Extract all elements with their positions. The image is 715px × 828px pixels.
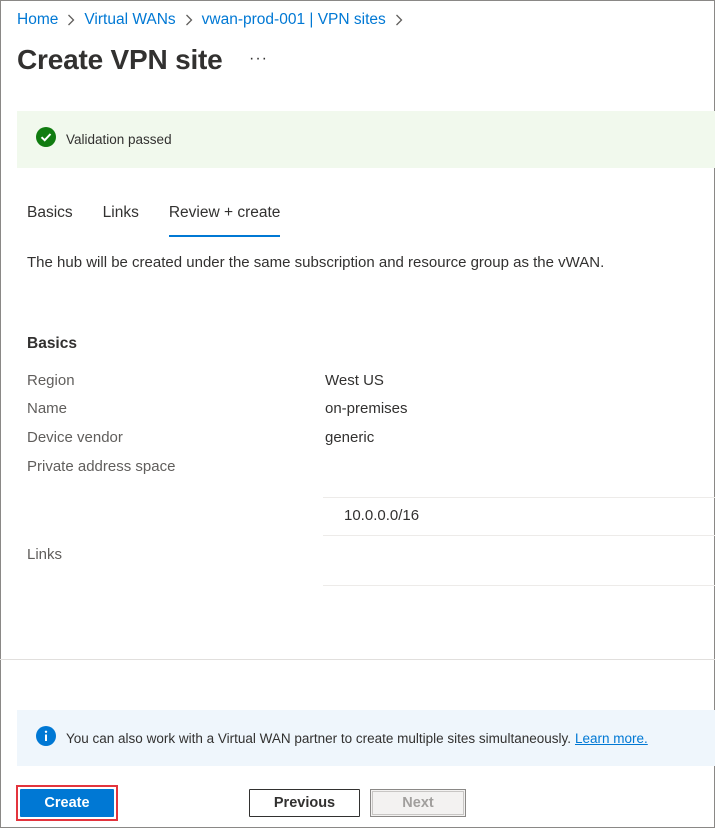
chevron-right-icon <box>185 14 193 26</box>
learn-more-link[interactable]: Learn more. <box>575 731 648 746</box>
info-icon <box>36 725 56 751</box>
private-address-space-label: Private address space <box>27 458 176 475</box>
previous-button[interactable]: Previous <box>249 789 360 817</box>
review-description: The hub will be created under the same s… <box>27 254 605 271</box>
create-button-highlight: Create <box>16 785 118 821</box>
chevron-right-icon <box>67 14 75 26</box>
chevron-right-icon <box>395 14 403 26</box>
links-label: Links <box>27 546 63 563</box>
breadcrumb-virtual-wans[interactable]: Virtual WANs <box>84 11 175 29</box>
next-button[interactable]: Next <box>370 789 466 817</box>
more-options-icon[interactable]: ··· <box>249 50 268 68</box>
tab-list: Basics Links Review + create <box>27 204 310 237</box>
address-grid-divider <box>323 535 715 536</box>
page-title: Create VPN site <box>17 44 223 75</box>
info-banner: You can also work with a Virtual WAN par… <box>17 710 715 766</box>
address-grid-divider <box>323 497 715 498</box>
name-label: Name <box>27 400 68 417</box>
tab-links[interactable]: Links <box>103 204 139 237</box>
footer-divider <box>0 659 715 660</box>
region-label: Region <box>27 372 75 389</box>
basics-heading: Basics <box>27 335 77 352</box>
breadcrumb-vpn-sites[interactable]: vwan-prod-001 | VPN sites <box>202 11 386 29</box>
validation-banner: Validation passed <box>17 111 715 168</box>
name-value: on-premises <box>325 400 408 417</box>
tab-review-create[interactable]: Review + create <box>168 204 280 237</box>
create-button[interactable]: Create <box>20 789 114 817</box>
address-space-value: 10.0.0.0/16 <box>344 507 420 524</box>
validation-text: Validation passed <box>66 132 172 147</box>
region-value: West US <box>325 372 384 389</box>
device-vendor-value: generic <box>325 429 375 446</box>
device-vendor-label: Device vendor <box>27 429 123 446</box>
info-text: You can also work with a Virtual WAN par… <box>66 730 571 746</box>
links-grid-divider <box>323 585 715 586</box>
tab-basics[interactable]: Basics <box>27 204 73 237</box>
checkmark-circle-icon <box>36 127 56 152</box>
breadcrumb: Home Virtual WANs vwan-prod-001 | VPN si… <box>17 11 412 29</box>
breadcrumb-home[interactable]: Home <box>17 11 58 29</box>
